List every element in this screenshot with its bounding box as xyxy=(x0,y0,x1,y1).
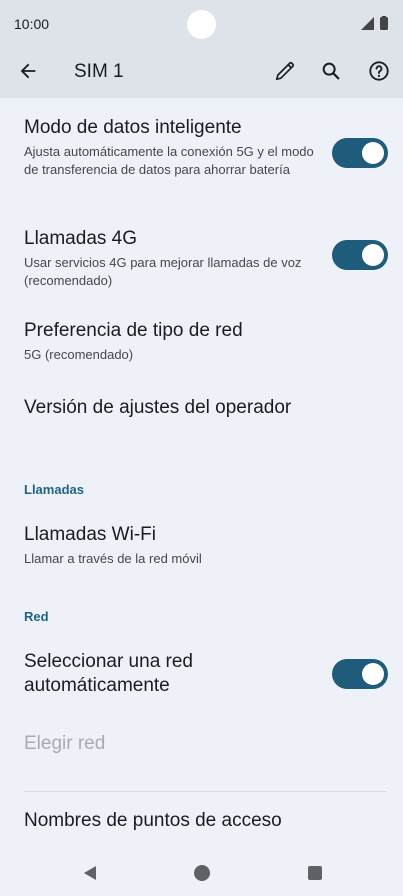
edit-button[interactable] xyxy=(265,51,305,91)
nav-recents-button[interactable] xyxy=(301,859,329,887)
item-subtitle: Llamar a través de la red móvil xyxy=(24,551,202,566)
help-icon xyxy=(369,61,389,81)
divider xyxy=(24,791,386,792)
calls-4g-toggle[interactable] xyxy=(332,240,388,270)
circle-home-icon xyxy=(194,865,210,881)
section-header-network: Red xyxy=(24,609,49,624)
smart-data-mode-toggle[interactable] xyxy=(332,138,388,168)
item-subtitle: Usar servicios 4G para mejorar llamadas … xyxy=(24,255,302,288)
auto-network-toggle[interactable] xyxy=(332,659,388,689)
status-time: 10:00 xyxy=(14,16,50,32)
toggle-knob xyxy=(362,142,384,164)
item-title: Llamadas 4G xyxy=(24,228,138,249)
smart-data-mode-item[interactable]: Modo de datos inteligente Ajusta automát… xyxy=(24,116,324,179)
triangle-back-icon xyxy=(84,866,96,880)
pencil-icon xyxy=(275,61,295,81)
item-subtitle: Ajusta automáticamente la conexión 5G y … xyxy=(24,144,314,177)
item-title: Llamadas Wi-Fi xyxy=(24,524,156,545)
signal-battery-icon xyxy=(361,16,388,30)
toggle-knob xyxy=(362,663,384,685)
square-recents-icon xyxy=(308,866,322,880)
app-bar: SIM 1 xyxy=(0,48,403,98)
section-header-calls: Llamadas xyxy=(24,482,84,497)
apn-item[interactable]: Nombres de puntos de acceso xyxy=(24,809,379,833)
toggle-knob xyxy=(362,244,384,266)
item-title: Elegir red xyxy=(24,733,106,754)
item-subtitle: 5G (recomendado) xyxy=(24,347,134,362)
status-bar: 10:00 xyxy=(0,0,403,48)
arrow-back-icon xyxy=(20,63,36,79)
item-title: Preferencia de tipo de red xyxy=(24,320,243,341)
help-button[interactable] xyxy=(359,51,399,91)
back-button[interactable] xyxy=(8,51,48,91)
nav-home-button[interactable] xyxy=(188,859,216,887)
item-title: Seleccionar una red automáticamente xyxy=(24,651,193,696)
auto-network-item[interactable]: Seleccionar una red automáticamente xyxy=(24,650,274,698)
page-title: SIM 1 xyxy=(74,61,124,82)
wifi-calls-item[interactable]: Llamadas Wi-Fi Llamar a través de la red… xyxy=(24,523,379,568)
nav-back-button[interactable] xyxy=(76,859,104,887)
item-title: Versión de ajustes del operador xyxy=(24,397,292,418)
carrier-version-item[interactable]: Versión de ajustes del operador xyxy=(24,396,379,420)
network-type-item[interactable]: Preferencia de tipo de red 5G (recomenda… xyxy=(24,319,379,364)
choose-network-item: Elegir red xyxy=(24,732,379,756)
item-title: Modo de datos inteligente xyxy=(24,117,242,138)
item-title: Nombres de puntos de acceso xyxy=(24,810,282,831)
search-icon xyxy=(322,62,340,80)
navigation-bar xyxy=(0,849,403,896)
calls-4g-item[interactable]: Llamadas 4G Usar servicios 4G para mejor… xyxy=(24,227,314,290)
camera-cutout xyxy=(187,10,216,39)
search-button[interactable] xyxy=(311,51,351,91)
